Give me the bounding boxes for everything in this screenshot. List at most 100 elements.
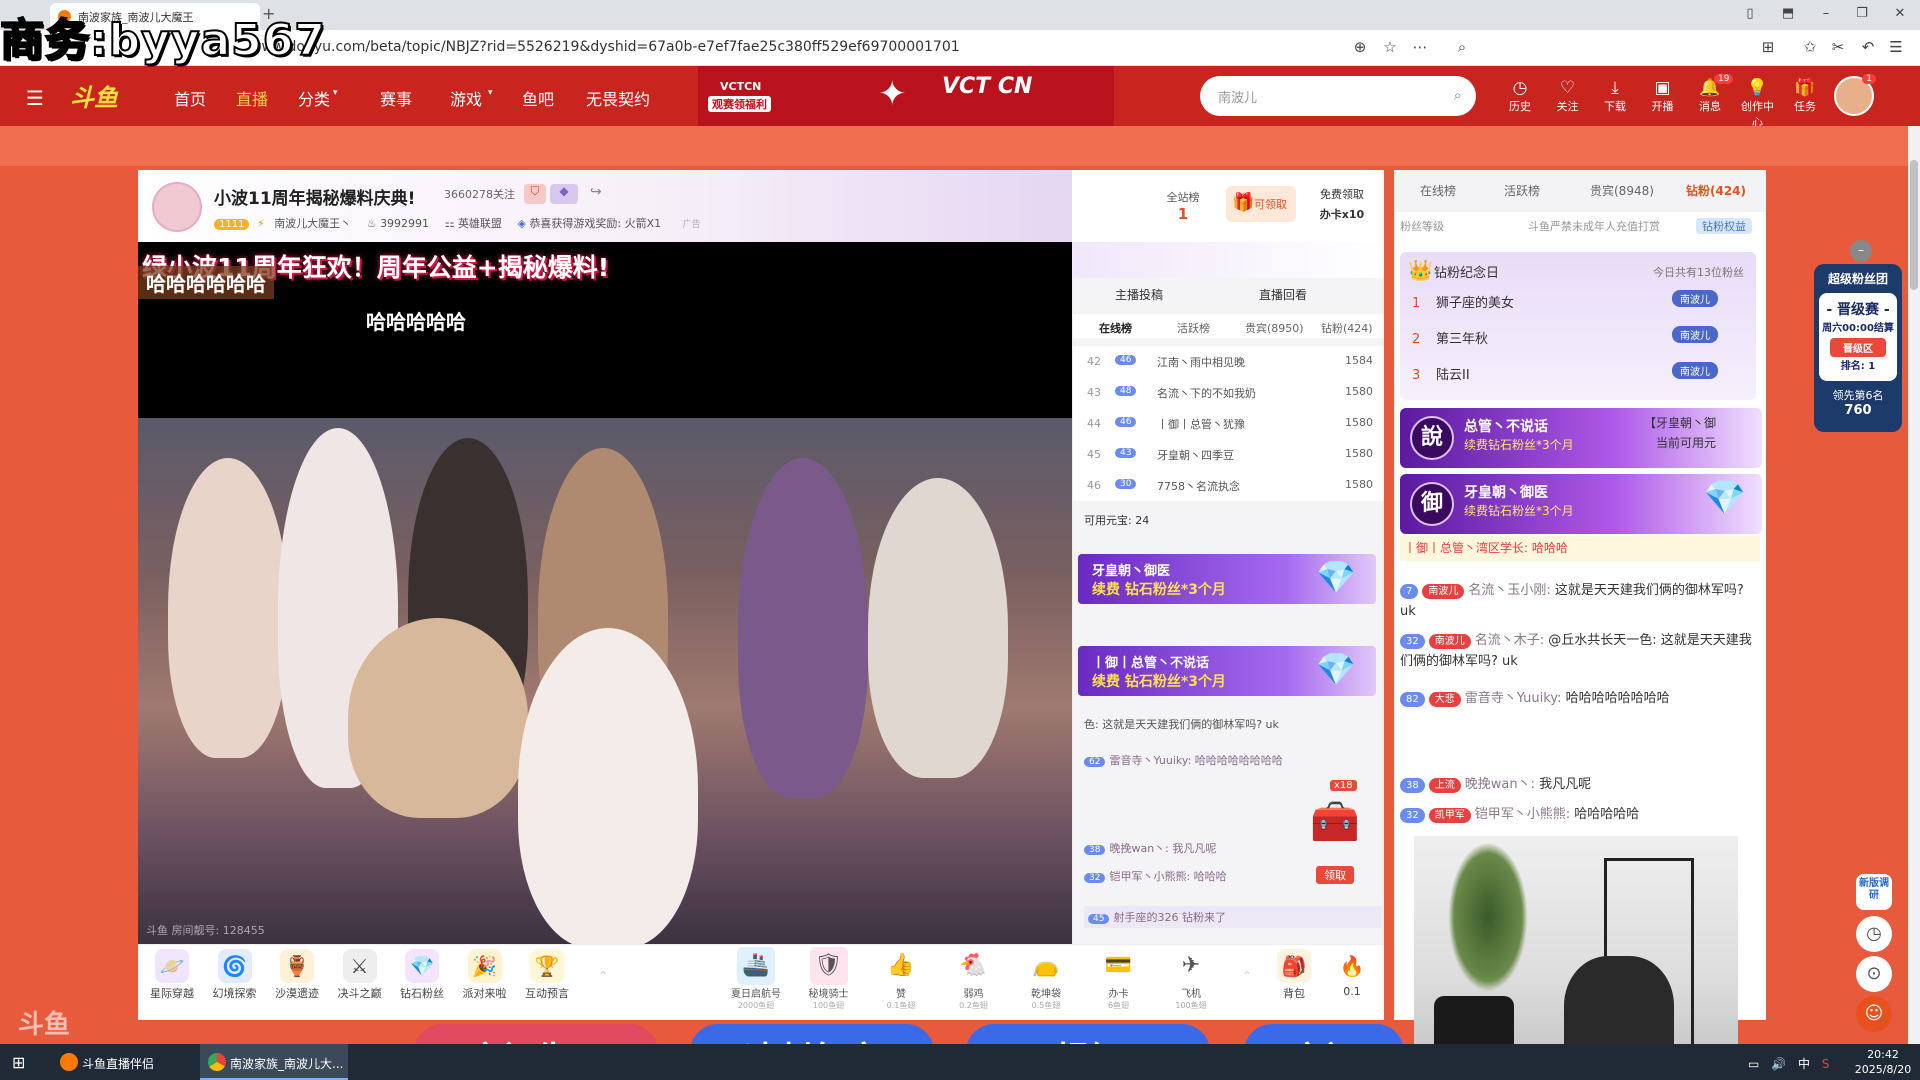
reading-mode-icon[interactable]: ▯: [1740, 6, 1760, 21]
survey-button[interactable]: 新版调研: [1856, 874, 1892, 910]
category-link[interactable]: 英雄联盟: [458, 217, 502, 230]
customer-service-icon[interactable]: ☺: [1856, 996, 1892, 1032]
nav-live[interactable]: 直播: [236, 86, 268, 110]
gift-item[interactable]: 🐔 弱鸡 0.2鱼翅: [944, 947, 1004, 1011]
replay-link[interactable]: 直播回看: [1259, 286, 1307, 303]
screenshot-icon[interactable]: ✂: [1828, 38, 1848, 56]
balance-button[interactable]: 🔥 0.1: [1324, 949, 1380, 998]
contrib-row[interactable]: 42 46 江南丶雨中相见晚 1584: [1073, 346, 1384, 377]
fanday-count[interactable]: 今日共有13位粉丝: [1653, 264, 1744, 280]
tab-vip[interactable]: 贵宾(8950): [1245, 320, 1304, 336]
maximize-icon[interactable]: ❐: [1852, 6, 1872, 21]
gift-item[interactable]: 🛡 秘境骑士 100鱼翅: [799, 947, 859, 1011]
gift-item[interactable]: 👍 赞 0.1鱼翅: [871, 947, 931, 1011]
activity-tool[interactable]: 🎉 派对来啦: [457, 949, 513, 1001]
contrib-row[interactable]: 45 43 牙皇朝丶四季豆 1580: [1073, 439, 1384, 470]
chat-tab-diamond[interactable]: 钻粉(424): [1686, 182, 1746, 199]
video-player[interactable]: 绿小波11周年狂欢！周年公益+揭秘爆料! 哈哈哈哈哈哈 哈哈哈哈哈 斗鱼 房间靓…: [138, 242, 1072, 944]
topbar-broadcast-button[interactable]: ▣ 开播: [1643, 78, 1683, 114]
contrib-row[interactable]: 43 48 名流丶下的不如我奶 1580: [1073, 377, 1384, 408]
topbar-follow-button[interactable]: ♡ 关注: [1548, 78, 1588, 114]
fan-rank-row[interactable]: 3 陆云II 南波儿: [1412, 362, 1752, 383]
site-rank[interactable]: 全站榜 1: [1150, 186, 1216, 228]
minimize-icon[interactable]: –: [1816, 6, 1836, 21]
nav-events[interactable]: 赛事: [380, 86, 412, 110]
contrib-row[interactable]: 44 46 丨御丨总管丶犹豫 1580: [1073, 408, 1384, 439]
topbar-history-button[interactable]: ◷ 历史: [1500, 78, 1540, 114]
favorites-icon[interactable]: ✩: [1800, 38, 1820, 56]
fan-rank-row[interactable]: 2 第三年秋 南波儿: [1412, 326, 1752, 347]
ime-indicator[interactable]: 中: [1798, 1057, 1810, 1071]
tab-online[interactable]: 在线榜: [1099, 320, 1132, 336]
gift-item[interactable]: ✈ 飞机 100鱼翅: [1161, 947, 1221, 1011]
scrollbar-thumb[interactable]: [1910, 160, 1918, 290]
network-icon[interactable]: ▭: [1748, 1057, 1759, 1071]
menu-icon[interactable]: ☰: [1886, 38, 1906, 56]
volume-icon[interactable]: 🔊: [1771, 1057, 1786, 1071]
gift-item[interactable]: 🚢 夏日启航号 2000鱼翅: [726, 947, 786, 1011]
gift-item[interactable]: 👝 乾坤袋 0.5鱼翅: [1016, 947, 1076, 1011]
fan-rights-button[interactable]: 钻粉权益: [1696, 218, 1752, 234]
vct-promo-banner[interactable]: VCTCN 观赛领福利 ✦ VCT CN: [698, 66, 1114, 126]
nav-fishbar[interactable]: 鱼吧: [522, 86, 554, 110]
contrib-row[interactable]: 46 30 7758丶名流执念 1580: [1073, 470, 1384, 501]
fan-level-label[interactable]: 粉丝等级: [1400, 218, 1444, 234]
app-tray-icon[interactable]: S: [1822, 1057, 1830, 1071]
search-icon[interactable]: ⌕: [1452, 38, 1472, 56]
site-search-icon[interactable]: ⌕: [1454, 86, 1462, 104]
taskbar-clock[interactable]: 20:42 2025/8/20: [1850, 1047, 1916, 1077]
gift-item[interactable]: 💳 办卡 6鱼翅: [1089, 947, 1149, 1011]
share-icon[interactable]: ↪: [590, 184, 602, 200]
nav-games[interactable]: 游戏: [450, 86, 482, 110]
douyu-logo[interactable]: 斗鱼: [70, 78, 140, 114]
topbar-messages-button[interactable]: 🔔 消息 19: [1690, 74, 1734, 114]
chat-tab-online[interactable]: 在线榜: [1420, 182, 1456, 199]
undo-icon[interactable]: ↶: [1858, 38, 1878, 56]
topbar-tasks-button[interactable]: 🎁 任务: [1785, 78, 1825, 114]
more-icon[interactable]: ⋯: [1410, 38, 1430, 56]
topbar-download-button[interactable]: ⤓ 下载: [1595, 78, 1635, 114]
anchor-avatar[interactable]: [152, 182, 202, 232]
super-fan-widget[interactable]: 超级粉丝团 - 晋级赛 - 周六00:00结算 晋级区 排名: 1 领先第6名 …: [1814, 264, 1902, 432]
collapse-widget-icon[interactable]: –: [1850, 240, 1872, 262]
free-gift[interactable]: 免费领取 办卡x10: [1302, 186, 1382, 236]
bag-button[interactable]: 🎒 背包: [1266, 949, 1322, 1001]
activity-tool[interactable]: 💎 钻石粉丝: [394, 949, 450, 1001]
nav-home[interactable]: 首页: [174, 86, 206, 110]
taskbar-app[interactable]: 南波家族_南波儿大...: [200, 1044, 348, 1080]
history-side-icon[interactable]: ◷: [1856, 916, 1892, 952]
user-avatar[interactable]: 1: [1834, 74, 1876, 116]
nav-category[interactable]: 分类: [298, 86, 330, 110]
pin-icon[interactable]: ⬒: [1778, 6, 1798, 21]
claim-button[interactable]: 🎁 可领取: [1226, 186, 1296, 222]
topbar-creator-button[interactable]: 💡 创作中心: [1738, 78, 1778, 130]
activity-tool[interactable]: ⚔ 决斗之巅: [332, 949, 388, 1001]
bookmark-star-icon[interactable]: ☆: [1380, 38, 1400, 56]
activity-tool[interactable]: 🏆 互动预言: [519, 949, 575, 1001]
promotion-button[interactable]: 晋级区: [1830, 338, 1886, 357]
chat-tab-vip[interactable]: 贵宾(8948): [1590, 182, 1654, 199]
activity-tool[interactable]: 🏺 沙漠遗迹: [269, 949, 325, 1001]
activity-tool[interactable]: 🪐 星际穿越: [144, 949, 200, 1001]
windows-start-icon[interactable]: ⊞: [12, 1053, 25, 1072]
claim-chest-button[interactable]: 领取: [1316, 866, 1354, 884]
tab-active[interactable]: 活跃榜: [1177, 320, 1210, 336]
hamburger-icon[interactable]: ☰: [26, 86, 44, 110]
site-search-input[interactable]: 南波儿 ⌕: [1200, 76, 1476, 116]
tab-diamond[interactable]: 钻粉(424): [1321, 320, 1373, 336]
treasure-chest-icon[interactable]: 🧰: [1310, 798, 1360, 845]
settings-side-icon[interactable]: ⊙: [1856, 956, 1892, 992]
anchor-name[interactable]: 南波儿大魔王丶: [274, 217, 351, 230]
zoom-icon[interactable]: ⊕: [1350, 38, 1370, 56]
tools-collapse-icon[interactable]: ⌃: [598, 969, 608, 983]
page-scrollbar[interactable]: [1908, 126, 1920, 1046]
gifts-collapse-icon[interactable]: ⌃: [1242, 969, 1252, 983]
nav-valorant[interactable]: 无畏契约: [586, 86, 650, 110]
fan-rank-row[interactable]: 1 狮子座的美女 南波儿: [1412, 290, 1752, 311]
chat-tab-active[interactable]: 活跃榜: [1504, 182, 1540, 199]
activity-tool[interactable]: 🌀 幻境探索: [207, 949, 263, 1001]
close-icon[interactable]: ✕: [1890, 6, 1910, 21]
url-field[interactable]: www.douyu.com/beta/topic/NBJZ?rid=552621…: [250, 39, 960, 55]
taskbar-app[interactable]: 斗鱼直播伴侣: [52, 1044, 200, 1080]
apps-grid-icon[interactable]: ⊞: [1758, 38, 1778, 56]
